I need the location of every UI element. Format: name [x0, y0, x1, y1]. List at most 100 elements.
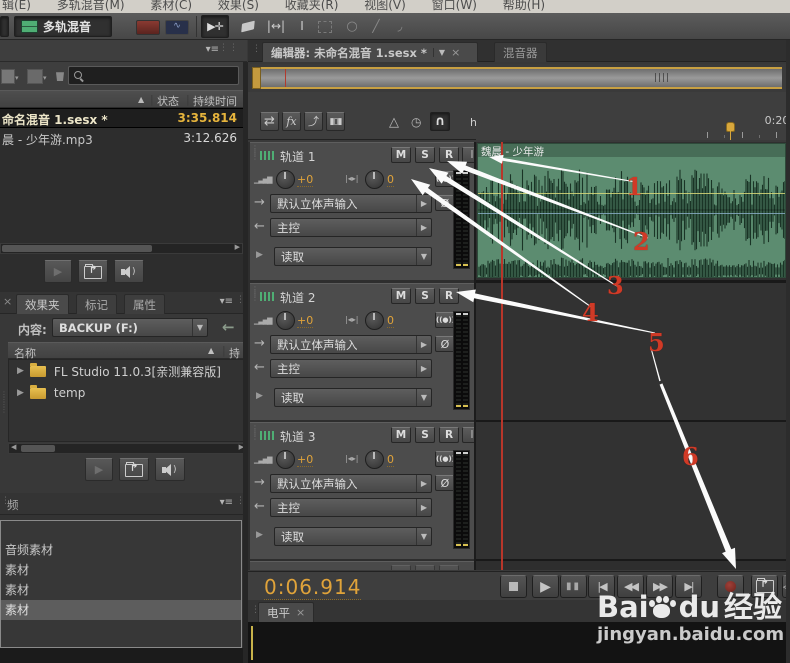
menu-multitrack[interactable]: 多轨混音(M) — [57, 0, 125, 13]
automation-caret-icon[interactable]: ▶ — [256, 391, 263, 401]
volume-knob[interactable] — [276, 170, 295, 189]
files-col-duration[interactable]: 持续时间 — [193, 93, 237, 109]
track-grip-icon[interactable]: ⋮ ⋮ ⋮ — [251, 145, 259, 161]
record-arm-button[interactable]: R — [439, 427, 459, 443]
tab-markers[interactable]: 标记 — [76, 294, 117, 314]
files-autoplay-button[interactable]: ) — [114, 260, 144, 283]
multitrack-view-button[interactable]: 多轨混音 — [14, 16, 112, 37]
tab-levels[interactable]: 电平 × — [258, 602, 315, 622]
overview-grip-icon[interactable]: |||| — [654, 73, 670, 83]
output-dropdown[interactable]: 主控 ▶ — [270, 218, 432, 237]
input-dropdown[interactable]: 默认立体声输入 ▶ — [270, 194, 432, 213]
track-name[interactable]: 轨道 1 — [280, 148, 315, 165]
record-button[interactable] — [717, 575, 744, 598]
record-arm-button[interactable]: R — [439, 147, 459, 163]
move-tool[interactable]: ▶✛ — [201, 15, 229, 38]
automation-caret-icon[interactable]: ▶ — [256, 250, 263, 260]
phase-button[interactable]: Ø — [435, 336, 455, 352]
tree-row[interactable]: ▶ FL Studio 11.0.3[亲测兼容版] — [9, 360, 246, 382]
tab-media-partial[interactable]: 频 — [7, 497, 19, 513]
output-dropdown[interactable]: 主控 ▶ — [270, 359, 432, 378]
panel-menu-icon[interactable]: ▾≡ — [206, 44, 219, 55]
volume-value[interactable]: +0 — [297, 173, 314, 187]
files-play-button[interactable]: ▶ — [44, 260, 72, 283]
file-row[interactable]: 晨 - 少年游.mp3 3:12.626 — [0, 128, 243, 148]
automation-dropdown[interactable]: 读取 ▼ — [274, 247, 432, 266]
track-grip-icon[interactable]: ⋮ ⋮ ⋮ — [251, 425, 259, 441]
volume-knob[interactable] — [276, 450, 295, 469]
skip-to-start-button[interactable]: |◀ — [588, 575, 615, 598]
list-item-selected[interactable]: 素材 — [1, 600, 241, 620]
time-display[interactable]: 0:06.914 — [264, 575, 362, 600]
panel-menu-icon[interactable]: ▾≡ — [220, 497, 233, 508]
automation-caret-icon[interactable]: ▶ — [256, 530, 263, 540]
scroll-thumb[interactable] — [2, 245, 152, 252]
menu-clip[interactable]: 素材(C) — [150, 0, 192, 13]
track-name[interactable]: 轨道 3 — [280, 428, 315, 445]
trash-icon[interactable] — [55, 70, 65, 81]
close-icon[interactable]: × — [451, 46, 460, 59]
solo-button[interactable]: S — [415, 288, 435, 304]
stop-button[interactable] — [500, 575, 527, 598]
sends-toggle-button[interactable]: ⤴ — [304, 112, 323, 131]
tree-hscrollbar[interactable]: ◀ ▶ — [8, 443, 247, 454]
track-name[interactable]: 轨道 2 — [280, 289, 315, 306]
track-lane[interactable] — [476, 422, 786, 559]
stereo-monitor-button[interactable]: ((●)) — [435, 171, 455, 187]
pan-knob[interactable] — [365, 170, 384, 189]
files-col-status[interactable]: 状态 — [157, 93, 179, 109]
tree-row[interactable]: ▶ temp — [9, 382, 246, 404]
scroll-left-arrow[interactable]: ◀ — [11, 443, 16, 451]
browser-loop-export-button[interactable] — [119, 458, 149, 481]
tree-column-header[interactable]: 名称 ▲ | 持 — [8, 342, 247, 360]
menu-favorites[interactable]: 收藏夹(R) — [285, 0, 339, 13]
pan-envelope-line[interactable] — [478, 213, 785, 214]
solo-button[interactable]: S — [415, 427, 435, 443]
tab-mixer[interactable]: 混音器 — [494, 42, 547, 62]
automation-dropdown[interactable]: 读取 ▼ — [274, 388, 432, 407]
slip-tool[interactable]: |↔| — [263, 17, 289, 36]
volume-knob[interactable] — [276, 311, 295, 330]
time-selection-tool[interactable]: I — [292, 17, 312, 36]
new-file-caret[interactable]: ▾ — [15, 74, 19, 82]
back-arrow-icon[interactable]: ← — [222, 318, 235, 336]
overdub-icon[interactable]: ◷ — [411, 115, 421, 129]
eq-toggle-button[interactable]: ▮▯▮ — [326, 112, 345, 131]
lasso-tool[interactable]: ○ — [342, 17, 362, 36]
metronome-icon[interactable]: △ — [389, 115, 399, 130]
expand-caret-icon[interactable]: ▶ — [17, 388, 24, 398]
marquee-tool[interactable] — [318, 21, 332, 33]
track-lane[interactable] — [476, 283, 786, 420]
scroll-right-arrow[interactable]: ▶ — [235, 243, 240, 251]
volume-value[interactable]: +0 — [297, 453, 314, 467]
waveform-view-icon[interactable] — [136, 20, 160, 35]
list-item[interactable]: 素材 — [1, 580, 241, 600]
razor-tool[interactable] — [236, 17, 260, 36]
sort-icon[interactable]: ▲ — [138, 95, 144, 104]
list-item[interactable]: 音频素材 — [1, 540, 241, 560]
menu-window[interactable]: 窗口(W) — [432, 0, 477, 13]
sort-icon[interactable]: ▲ — [208, 346, 214, 355]
mute-button[interactable]: M — [391, 288, 411, 304]
menu-view[interactable]: 视图(V) — [364, 0, 406, 13]
solo-button[interactable]: S — [415, 147, 435, 163]
pan-value[interactable]: 0 — [387, 453, 394, 467]
spectral-view-icon[interactable]: ∿ — [165, 20, 189, 35]
list-item[interactable] — [1, 521, 241, 540]
overview-bar[interactable]: |||| — [250, 64, 786, 92]
spot-heal-tool[interactable]: ◞ — [390, 17, 410, 36]
files-loop-export-button[interactable] — [78, 260, 108, 283]
files-hscrollbar[interactable]: ▶ — [0, 243, 243, 254]
partial-button[interactable] — [0, 16, 9, 37]
phase-button[interactable]: Ø — [435, 195, 455, 211]
input-dropdown[interactable]: 默认立体声输入 ▶ — [270, 474, 432, 493]
mute-button[interactable]: M — [391, 427, 411, 443]
audio-clip[interactable]: 魏晨 - 少年游 — [477, 143, 786, 278]
panel-edge-grip[interactable]: ⋮ ⋮ ⋮ ⋮ — [0, 391, 8, 414]
fast-forward-button[interactable]: ▶▶ — [646, 575, 673, 598]
play-button[interactable]: ▶ — [532, 575, 559, 598]
phase-button[interactable]: Ø — [435, 475, 455, 491]
panel-grip-icon[interactable]: ⋮⋮ — [219, 43, 239, 53]
list-item[interactable]: 素材 — [1, 560, 241, 580]
snap-magnet-button[interactable]: ∩ — [430, 112, 450, 131]
